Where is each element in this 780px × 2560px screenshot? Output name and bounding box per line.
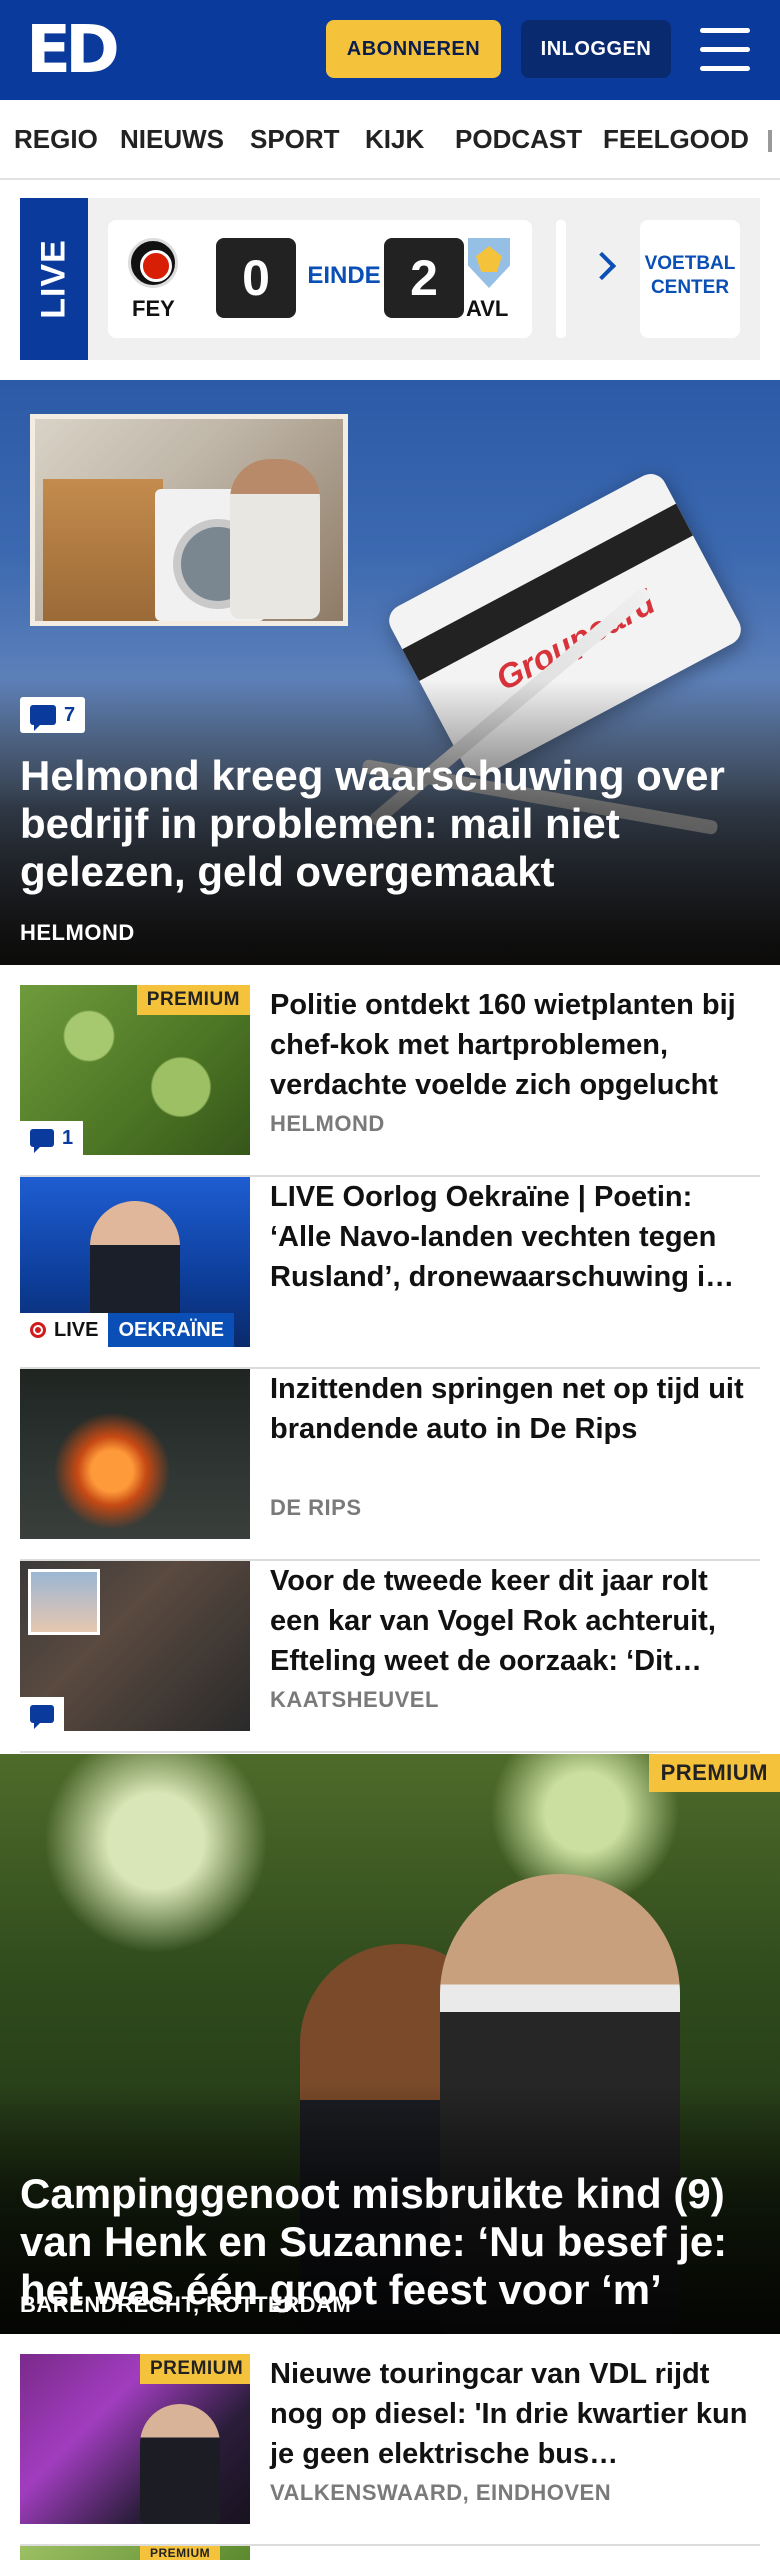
chevron-right-icon[interactable] bbox=[587, 251, 617, 281]
premium-badge: PREMIUM bbox=[140, 2354, 250, 2384]
article-item[interactable]: PREMIUM 1 Politie ontdekt 160 wietplante… bbox=[20, 985, 760, 1177]
home-score: 0 bbox=[216, 238, 296, 318]
match-card[interactable]: FEY 0 EINDE 2 AVL bbox=[108, 220, 532, 338]
nav-item-regio[interactable]: REGIO bbox=[14, 124, 98, 155]
nav-item-sport[interactable]: SPORT bbox=[250, 124, 340, 155]
hero-location: BARENDRECHT, ROTTERDAM bbox=[20, 2292, 352, 2317]
article-location: VALKENSWAARD, EINDHOVEN bbox=[270, 2480, 612, 2505]
article-thumbnail[interactable]: PREMIUM bbox=[20, 2354, 250, 2524]
live-tag: LIVE bbox=[20, 198, 88, 360]
article-location: DE RIPS bbox=[270, 1495, 362, 1520]
article-headline[interactable]: Inzittenden springen net op tijd uit bra… bbox=[270, 1369, 750, 1449]
comment-count: 1 bbox=[62, 1126, 74, 1149]
section-nav: REGIO NIEUWS SPORT KIJK PODCAST FEELGOOD bbox=[0, 100, 780, 180]
article-item[interactable]: PREMIUM Nieuwe touringcar van VDL rijdt … bbox=[20, 2354, 760, 2546]
live-label: LIVE OEKRAÏNE bbox=[20, 1313, 235, 1347]
top-bar: ED ABONNEREN INLOGGEN bbox=[0, 0, 780, 100]
login-button[interactable]: INLOGGEN bbox=[521, 20, 671, 78]
away-team: AVL bbox=[466, 296, 509, 321]
hero-article-2[interactable]: PREMIUM Campinggenoot misbruikte kind (9… bbox=[0, 1754, 780, 2334]
comment-count: 7 bbox=[64, 703, 76, 726]
away-score: 2 bbox=[384, 238, 464, 318]
article-thumbnail[interactable] bbox=[20, 1369, 250, 1539]
article-thumbnail[interactable]: PREMIUM 1 bbox=[20, 985, 250, 1155]
article-thumbnail[interactable] bbox=[20, 1561, 250, 1731]
article-item[interactable]: Inzittenden springen net op tijd uit bra… bbox=[20, 1369, 760, 1561]
voetbal-center-link[interactable]: VOETBAL CENTER bbox=[640, 220, 740, 338]
hero-headline[interactable]: Helmond kreeg waarschuwing over bedrijf … bbox=[20, 752, 760, 896]
next-match-card-edge[interactable] bbox=[556, 220, 566, 338]
nav-item-kijk[interactable]: KIJK bbox=[365, 124, 424, 155]
inset-photo bbox=[28, 1569, 100, 1635]
article-headline[interactable]: LIVE Oorlog Oekraïne | Poetin: ‘Alle Nav… bbox=[270, 1177, 750, 1297]
article-item[interactable]: LIVE OEKRAÏNE LIVE Oorlog Oekraïne | Poe… bbox=[20, 1177, 760, 1369]
comment-count-badge[interactable]: 1 bbox=[20, 1121, 84, 1155]
nav-item-feelgood[interactable]: FEELGOOD bbox=[603, 124, 749, 155]
ed-logo[interactable]: ED bbox=[26, 17, 120, 83]
premium-badge: PREMIUM bbox=[140, 2546, 221, 2560]
comment-bubble-icon bbox=[30, 1705, 54, 1729]
article-item[interactable]: PREMIUM bbox=[20, 2546, 760, 2560]
comment-bubble-icon bbox=[30, 1129, 54, 1153]
feyenoord-crest-icon bbox=[128, 238, 178, 288]
premium-badge: PREMIUM bbox=[648, 1754, 780, 1792]
article-item[interactable]: Voor de tweede keer dit jaar rolt een ka… bbox=[20, 1561, 760, 1753]
live-scores-bar: LIVE FEY 0 EINDE 2 AVL VOETBAL CENTER bbox=[20, 198, 760, 360]
comment-count-badge[interactable] bbox=[20, 1697, 64, 1731]
article-headline[interactable]: Politie ontdekt 160 wietplanten bij chef… bbox=[270, 985, 750, 1105]
article-headline[interactable]: Voor de tweede keer dit jaar rolt een ka… bbox=[270, 1561, 750, 1681]
nav-overflow-indicator bbox=[768, 130, 772, 152]
match-status: EINDE bbox=[307, 262, 381, 289]
hero-article[interactable]: Groupcard 7 Helmond kreeg waarschuwing o… bbox=[0, 380, 780, 965]
comment-count-badge[interactable]: 7 bbox=[20, 697, 86, 733]
nav-item-podcast[interactable]: PODCAST bbox=[455, 124, 582, 155]
hamburger-menu-icon[interactable] bbox=[700, 28, 750, 72]
article-location: HELMOND bbox=[270, 1111, 385, 1136]
article-thumbnail[interactable]: PREMIUM bbox=[20, 2546, 250, 2560]
article-thumbnail[interactable]: LIVE OEKRAÏNE bbox=[20, 1177, 250, 1347]
aston-villa-crest-icon bbox=[468, 238, 510, 288]
article-headline[interactable]: Nieuwe touringcar van VDL rijdt nog op d… bbox=[270, 2354, 750, 2474]
live-dot-icon bbox=[30, 1322, 46, 1338]
home-team: FEY bbox=[132, 296, 175, 321]
subscribe-button[interactable]: ABONNEREN bbox=[326, 20, 501, 78]
hero-location: HELMOND bbox=[20, 920, 135, 945]
article-location: KAATSHEUVEL bbox=[270, 1687, 439, 1712]
hero-inset-photo bbox=[30, 414, 348, 626]
premium-badge: PREMIUM bbox=[136, 985, 250, 1015]
topic-tag[interactable]: OEKRAÏNE bbox=[108, 1313, 235, 1347]
comment-bubble-icon bbox=[30, 705, 56, 731]
nav-item-nieuws[interactable]: NIEUWS bbox=[120, 124, 224, 155]
